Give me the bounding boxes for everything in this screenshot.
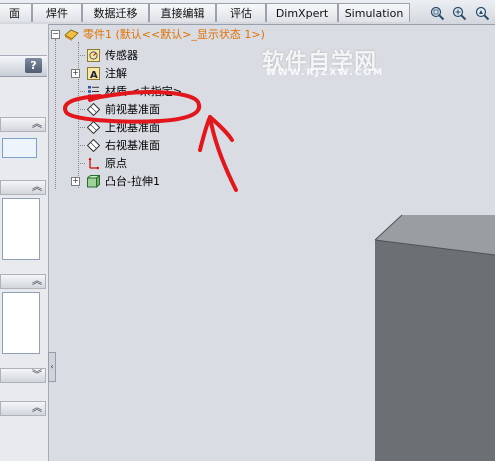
svg-text:A: A bbox=[90, 70, 98, 80]
tab-dimxpert[interactable]: DimXpert bbox=[266, 3, 338, 22]
red-circle-highlight bbox=[63, 90, 202, 124]
collapse-chevron-icon[interactable]: ︽ bbox=[32, 181, 42, 194]
pane-title-bar: ? bbox=[0, 55, 47, 77]
tab-label: DimXpert bbox=[275, 7, 329, 20]
view-settings-icon[interactable] bbox=[475, 6, 490, 21]
group-list-box-2[interactable] bbox=[2, 198, 40, 260]
expand-chevron-icon[interactable]: ︾ bbox=[32, 369, 42, 382]
group-header-3[interactable]: ︽ bbox=[0, 274, 46, 289]
red-annotation-overlay bbox=[63, 90, 238, 192]
annotation-icon: A bbox=[87, 67, 100, 81]
collapse-chevron-icon[interactable]: ︽ bbox=[32, 402, 42, 415]
tab-label: Simulation bbox=[344, 7, 404, 20]
tab-label: 数据迁移 bbox=[93, 7, 138, 20]
group-header-2[interactable]: ︽ bbox=[0, 180, 46, 195]
sensor-icon bbox=[87, 49, 100, 62]
tab-label: 焊件 bbox=[46, 7, 68, 20]
collapse-chevron-icon[interactable]: ︽ bbox=[32, 275, 42, 288]
tab-data-migration[interactable]: 数据迁移 bbox=[82, 3, 149, 22]
root-label: 零件1 (默认<<默认>_显示状态 1>) bbox=[83, 28, 265, 41]
collapse-chevron-icon[interactable]: ︽ bbox=[32, 118, 42, 131]
part-icon bbox=[64, 28, 79, 41]
tree-connector bbox=[78, 55, 85, 56]
help-label: ? bbox=[30, 59, 37, 72]
help-button[interactable]: ? bbox=[25, 58, 42, 73]
tab-label: 面 bbox=[9, 7, 20, 20]
tab-weldments[interactable]: 焊件 bbox=[32, 3, 82, 22]
pane-splitter-handle[interactable]: ‹ bbox=[48, 352, 56, 382]
view-toolbar bbox=[428, 6, 495, 24]
selection-box[interactable] bbox=[2, 138, 37, 158]
zoom-to-fit-icon[interactable] bbox=[430, 6, 445, 21]
annotations-expand-toggle[interactable]: + bbox=[71, 69, 80, 78]
model-viewport[interactable] bbox=[360, 210, 495, 461]
zoom-to-area-icon[interactable] bbox=[452, 6, 467, 21]
tree-connector bbox=[55, 39, 56, 189]
tab-label: 评估 bbox=[230, 7, 252, 20]
model-front-face[interactable] bbox=[375, 240, 495, 461]
tab-direct-editing[interactable]: 直接编辑 bbox=[149, 3, 216, 22]
tree-item-label: 传感器 bbox=[105, 49, 138, 62]
tab-evaluate[interactable]: 评估 bbox=[216, 3, 266, 22]
command-manager-tabs: 面 焊件 数据迁移 直接编辑 评估 DimXpert Simulation bbox=[0, 0, 495, 25]
root-collapse-toggle[interactable]: − bbox=[51, 30, 60, 39]
tab-surfaces[interactable]: 面 bbox=[0, 3, 32, 22]
group-header-4[interactable]: ︾ bbox=[0, 368, 46, 383]
tree-item-label: 注解 bbox=[105, 67, 127, 80]
tab-label: 直接编辑 bbox=[160, 7, 205, 20]
property-manager-pane: ? ︽ ︽ ︽ ︾ ︽ bbox=[0, 24, 49, 461]
group-header-5[interactable]: ︽ bbox=[0, 401, 46, 416]
group-header-1[interactable]: ︽ bbox=[0, 117, 46, 132]
tab-simulation[interactable]: Simulation bbox=[338, 3, 410, 22]
group-list-box-3[interactable] bbox=[2, 292, 40, 354]
